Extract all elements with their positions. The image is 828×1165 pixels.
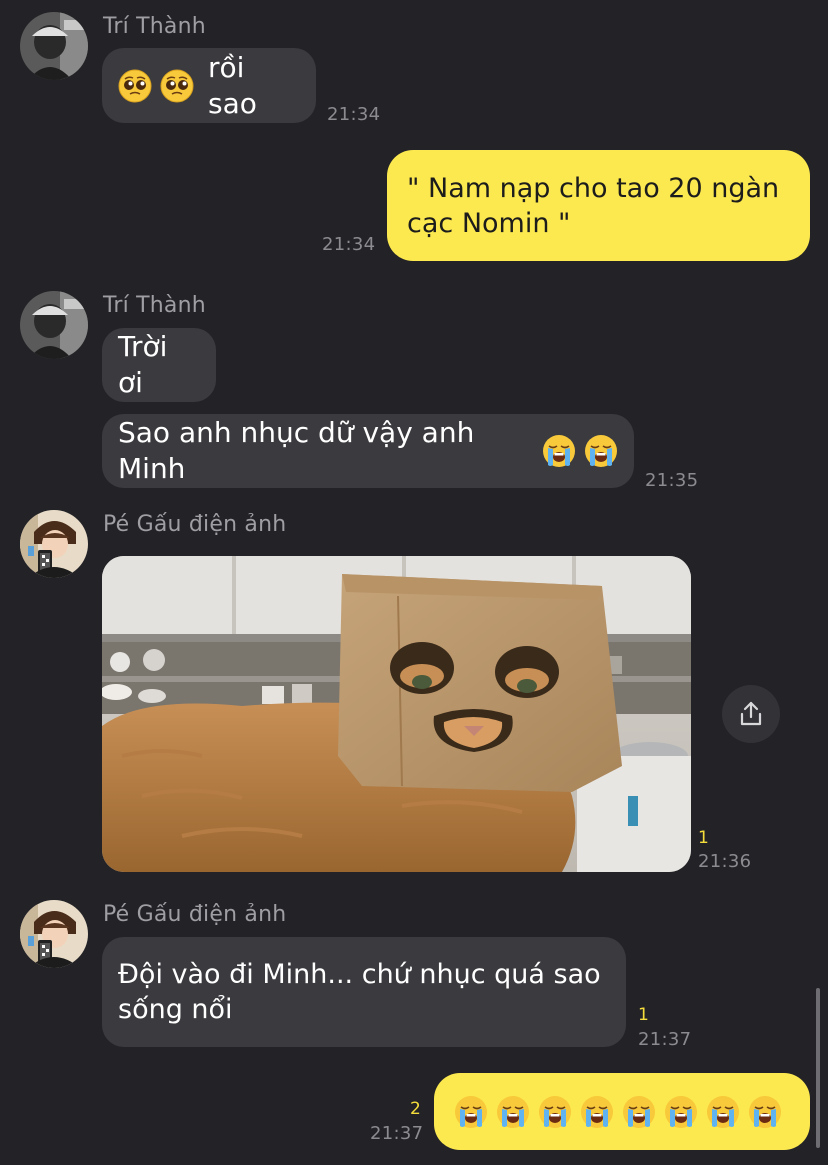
loudly-crying-face-emoji (622, 1095, 656, 1129)
sender-avatar-pe-gau[interactable] (20, 900, 88, 968)
message-bubble[interactable]: " Nam nạp cho tao 20 ngàn cạc Nomin " (387, 150, 810, 261)
message-bubble[interactable]: rồi sao (102, 48, 316, 123)
loudly-crying-face-emoji (496, 1095, 530, 1129)
unread-count: 2 (410, 1099, 421, 1119)
loudly-crying-face-emoji (706, 1095, 740, 1129)
chat-thread[interactable]: Trí Thành rồi sao 21:34 21:34 " Nam nạp … (0, 0, 828, 1165)
pleading-face-emoji (160, 69, 194, 103)
message-time: 21:34 (322, 234, 376, 255)
loudly-crying-face-emoji (664, 1095, 698, 1129)
unread-count: 1 (638, 1005, 649, 1025)
sender-name: Pé Gấu điện ảnh (103, 512, 287, 537)
message-text: rồi sao (208, 50, 257, 120)
share-icon (740, 701, 762, 726)
message-bubble[interactable]: Trời ơi (102, 328, 216, 402)
sender-name: Trí Thành (103, 14, 206, 39)
sender-avatar-pe-gau[interactable] (20, 510, 88, 578)
message-time: 21:34 (327, 104, 381, 125)
message-bubble[interactable] (434, 1073, 810, 1150)
sender-name: Trí Thành (103, 293, 206, 318)
message-time: 21:37 (370, 1123, 424, 1144)
message-bubble[interactable]: Đội vào đi Minh... chứ nhục quá sao sống… (102, 937, 626, 1047)
message-text: Sao anh nhục dữ vậy anh Minh (118, 416, 484, 485)
sender-avatar-tri-thanh[interactable] (20, 12, 88, 80)
message-text: " Nam nạp cho tao 20 ngàn cạc Nomin " (407, 172, 780, 239)
loudly-crying-face-emoji (584, 434, 618, 468)
loudly-crying-face-emoji (748, 1095, 782, 1129)
cat-in-paper-bag-photo[interactable] (102, 556, 691, 872)
pleading-face-emoji (118, 69, 152, 103)
loudly-crying-face-emoji (538, 1095, 572, 1129)
sender-name: Pé Gấu điện ảnh (103, 902, 287, 927)
loudly-crying-face-emoji (454, 1095, 488, 1129)
message-time: 21:36 (698, 851, 752, 872)
loudly-crying-face-emoji (580, 1095, 614, 1129)
message-text: Đội vào đi Minh... chứ nhục quá sao sống… (118, 959, 601, 1025)
message-time: 21:37 (638, 1029, 692, 1050)
share-button[interactable] (722, 685, 780, 743)
sender-avatar-tri-thanh[interactable] (20, 291, 88, 359)
unread-count: 1 (698, 828, 709, 848)
message-text: Trời ơi (118, 330, 177, 399)
message-bubble[interactable]: Sao anh nhục dữ vậy anh Minh (102, 414, 634, 488)
message-time: 21:35 (645, 470, 699, 491)
loudly-crying-face-emoji (542, 434, 576, 468)
scrollbar[interactable] (816, 988, 820, 1148)
